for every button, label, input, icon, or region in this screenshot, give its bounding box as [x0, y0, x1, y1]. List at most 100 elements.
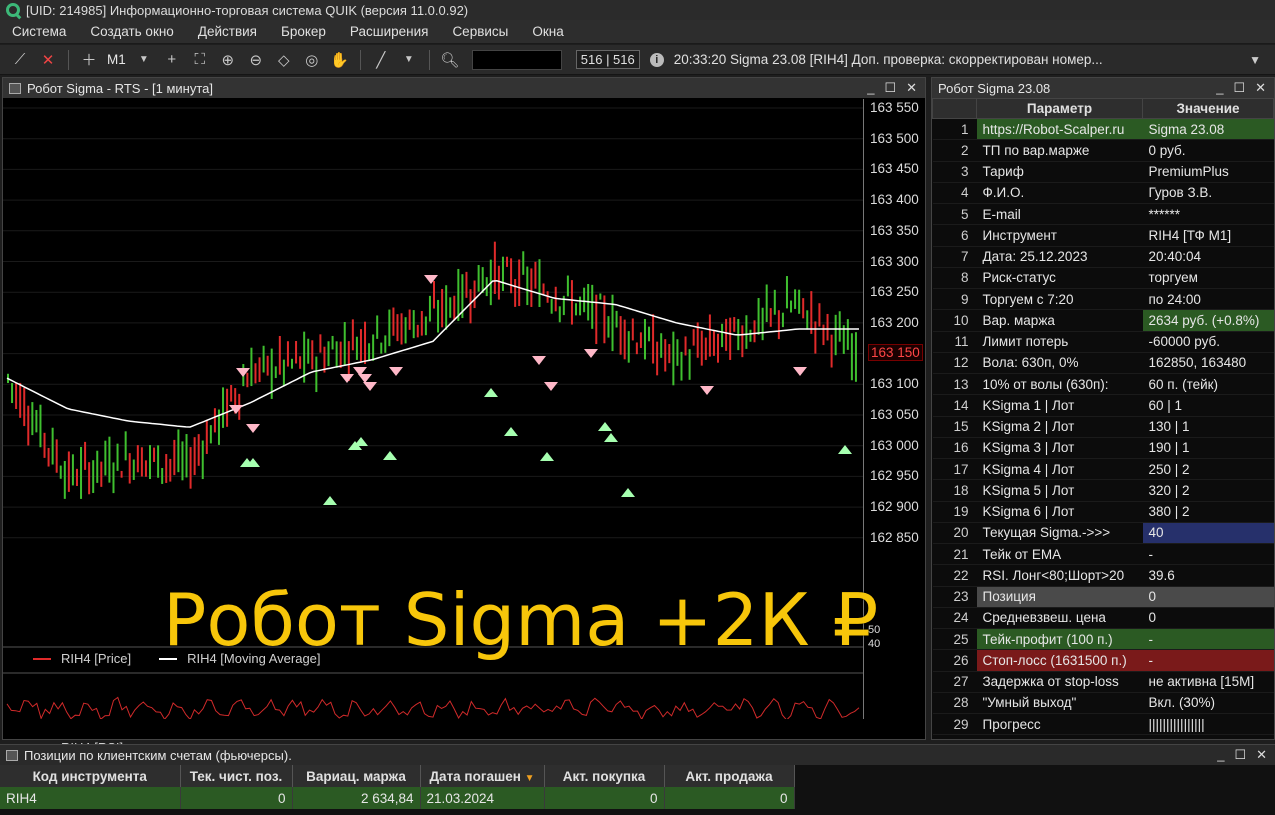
menu-broker[interactable]: Брокер: [269, 24, 338, 39]
param-value: 60 | 1: [1142, 394, 1274, 417]
param-row[interactable]: 1 https://Robot-Scalper.ru Sigma 23.08: [932, 118, 1274, 141]
param-row[interactable]: 23 Позиция 0: [932, 586, 1274, 608]
sell-signal-marker: [389, 367, 403, 376]
param-row[interactable]: 14 KSigma 1 | Лот 60 | 1: [932, 394, 1274, 417]
zoom-in-icon[interactable]: ⊕: [216, 48, 240, 72]
target-icon[interactable]: ◎: [300, 48, 324, 72]
param-value: 0: [1142, 586, 1274, 608]
quick-search-input[interactable]: [471, 49, 562, 70]
close-icon[interactable]: ✕: [906, 80, 917, 96]
price-bar: [785, 276, 788, 309]
chevron-down-icon[interactable]: ▼: [132, 48, 156, 72]
param-name: KSigma 4 | Лот: [976, 458, 1143, 481]
timeframe-select[interactable]: M1: [105, 52, 128, 67]
hand-icon[interactable]: ✋: [328, 48, 352, 72]
col-net-position[interactable]: Тек. чист. поз.: [180, 765, 293, 787]
crosshair-icon[interactable]: +: [160, 48, 184, 72]
table-row[interactable]: RIH4 0 2 634,84 21.03.2024 0 0: [0, 787, 795, 809]
col-active-sell[interactable]: Акт. продажа: [664, 765, 795, 787]
menu-actions[interactable]: Действия: [186, 24, 269, 39]
param-name: Прогресс: [976, 713, 1143, 736]
param-row[interactable]: 20 Текущая Sigma.->>> 40: [932, 522, 1274, 545]
param-row[interactable]: 15 KSigma 2 | Лот 130 | 1: [932, 416, 1274, 438]
param-row[interactable]: 24 Средневзвеш. цена 0: [932, 607, 1274, 630]
param-row[interactable]: 27 Задержка от stop-loss не активна [15M]: [932, 671, 1274, 693]
param-row[interactable]: 12 Вола: 630п, 0% 162850, 163480: [932, 352, 1274, 375]
param-row[interactable]: 18 KSigma 5 | Лот 320 | 2: [932, 479, 1274, 502]
param-row[interactable]: 28 "Умный выход" Вкл. (30%): [932, 692, 1274, 715]
param-row[interactable]: 19 KSigma 6 | Лот 380 | 2: [932, 501, 1274, 523]
param-row-number: 24: [932, 607, 977, 630]
param-row[interactable]: 17 KSigma 4 | Лот 250 | 2: [932, 458, 1274, 481]
close-icon[interactable]: ✕: [1255, 80, 1266, 96]
params-header-param[interactable]: Параметр: [976, 98, 1143, 119]
price-axis: 163 550 163 500 163 450 163 400 163 350 163 3…: [863, 99, 925, 719]
price-bar: [639, 332, 642, 348]
col-active-buy[interactable]: Акт. покупка: [544, 765, 665, 787]
param-row[interactable]: 13 10% от волы (630п): 60 п. (тейк): [932, 373, 1274, 396]
param-row[interactable]: 4 Ф.И.О. Гуров З.В.: [932, 182, 1274, 205]
search-icon[interactable]: 🔍︎: [438, 48, 462, 72]
price-bar: [810, 291, 813, 334]
price-bar: [343, 322, 346, 365]
price-bar: [35, 409, 38, 433]
legend-price-swatch: [33, 657, 51, 660]
chevron-down-icon[interactable]: ▼: [1249, 53, 1261, 67]
menu-create-window[interactable]: Создать окно: [78, 24, 185, 39]
param-row[interactable]: 11 Лимит потерь -60000 руб.: [932, 331, 1274, 353]
add-indicator-icon[interactable]: ＋: [77, 48, 101, 72]
price-bar: [88, 462, 91, 495]
param-row[interactable]: 26 Стоп-лосс (1631500 п.) -: [932, 649, 1274, 672]
maximize-icon[interactable]: ☐: [884, 80, 896, 96]
param-row-number: 16: [932, 437, 977, 460]
param-row[interactable]: 5 E-mail ******: [932, 203, 1274, 226]
param-row[interactable]: 9 Торгуем с 7:20 по 24:00: [932, 288, 1274, 311]
connect-icon[interactable]: ⟋: [8, 48, 32, 72]
close-icon[interactable]: ✕: [1256, 747, 1267, 763]
price-bar: [339, 341, 342, 369]
maximize-icon[interactable]: ☐: [1233, 80, 1245, 96]
col-variation-margin[interactable]: Вариац. маржа: [292, 765, 421, 787]
minimize-icon[interactable]: _: [1217, 747, 1224, 763]
buy-signal-marker: [838, 445, 852, 454]
param-name: Ф.И.О.: [976, 182, 1143, 205]
disconnect-icon[interactable]: ✕: [36, 48, 60, 72]
param-row[interactable]: 2 ТП по вар.марже 0 руб.: [932, 139, 1274, 162]
param-row[interactable]: 16 KSigma 3 | Лот 190 | 1: [932, 437, 1274, 460]
price-bar: [599, 293, 602, 300]
price-chart[interactable]: [3, 99, 863, 719]
zoom-out-icon[interactable]: ⊖: [244, 48, 268, 72]
menu-system[interactable]: Система: [0, 24, 78, 39]
fit-screen-icon[interactable]: ⛶: [188, 48, 212, 72]
menu-extensions[interactable]: Расширения: [338, 24, 441, 39]
price-bar: [27, 405, 30, 446]
maximize-icon[interactable]: ☐: [1234, 747, 1246, 763]
param-row[interactable]: 3 Тариф PremiumPlus: [932, 161, 1274, 183]
param-row[interactable]: 6 Инструмент RIH4 [ТФ М1]: [932, 224, 1274, 247]
price-bar: [676, 339, 679, 366]
menu-windows[interactable]: Окна: [520, 24, 575, 39]
param-row-number: 1: [932, 118, 977, 141]
col-expiry-date[interactable]: Дата погашен ▼: [420, 765, 545, 787]
menu-services[interactable]: Сервисы: [440, 24, 520, 39]
param-row[interactable]: 10 Вар. маржа 2634 руб. (+0.8%): [932, 309, 1274, 332]
param-row[interactable]: 25 Тейк-профит (100 п.) -: [932, 628, 1274, 651]
price-bar: [132, 459, 135, 480]
param-row[interactable]: 21 Тейк от EMA -: [932, 543, 1274, 566]
chevron-down-icon[interactable]: ▼: [397, 48, 421, 72]
price-bar: [157, 445, 160, 478]
param-row-number: 3: [932, 161, 977, 183]
param-row[interactable]: 7 Дата: 25.12.2023 20:40:04: [932, 246, 1274, 268]
params-header-value[interactable]: Значение: [1142, 98, 1274, 119]
minimize-icon[interactable]: _: [867, 80, 874, 96]
price-bar: [144, 460, 147, 477]
param-row[interactable]: 29 Прогресс ||||||||||||||||: [932, 713, 1274, 736]
param-row[interactable]: 22 RSI. Лонг<80;Шорт>20 39.6: [932, 564, 1274, 587]
line-tool-icon[interactable]: ╱: [369, 48, 393, 72]
price-bar: [615, 310, 618, 328]
ruler-icon[interactable]: ◇: [272, 48, 296, 72]
param-row[interactable]: 8 Риск-статус торгуем: [932, 267, 1274, 290]
col-instrument-code[interactable]: Код инструмента: [0, 765, 181, 787]
price-bar: [128, 453, 131, 484]
minimize-icon[interactable]: _: [1216, 80, 1223, 96]
